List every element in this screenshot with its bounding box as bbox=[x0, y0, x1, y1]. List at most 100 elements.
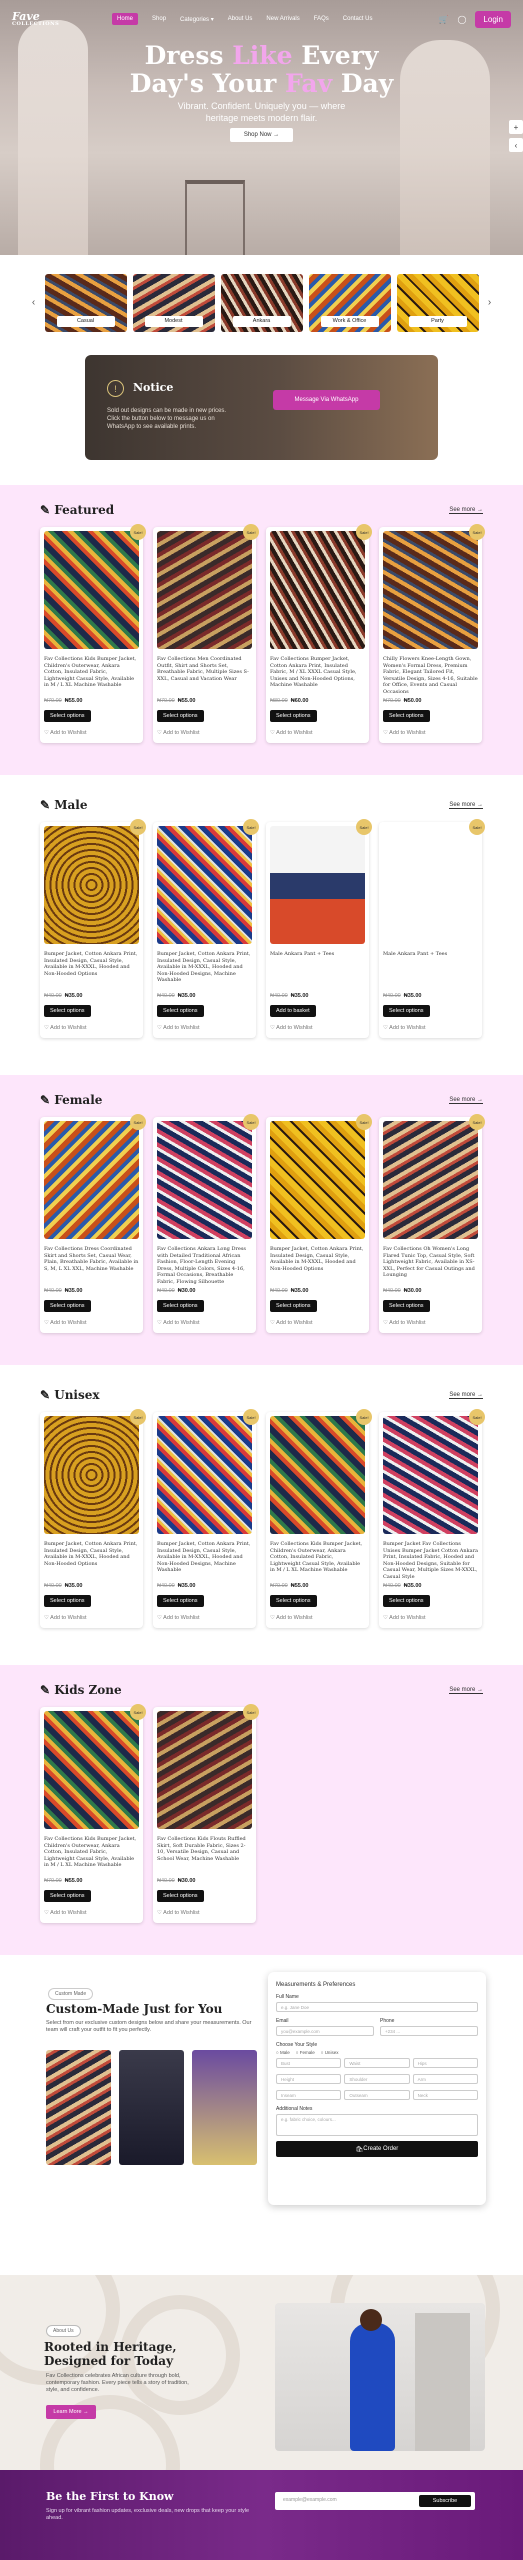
product-image[interactable] bbox=[383, 1121, 478, 1239]
wishlist-link[interactable]: ♡ Add to Wishlist bbox=[383, 1025, 478, 1031]
select-options-button[interactable]: Select options bbox=[383, 1005, 430, 1017]
category-card-modest[interactable]: Modest bbox=[132, 273, 215, 332]
chevron-left-icon[interactable]: ‹ bbox=[509, 138, 523, 152]
newsletter-email-input[interactable]: example@example.com bbox=[283, 2497, 337, 2503]
wishlist-link[interactable]: ♡ Add to Wishlist bbox=[44, 1025, 139, 1031]
product-image[interactable] bbox=[44, 1121, 139, 1239]
product-name[interactable]: Chilly Flowers Knee-Length Gown, Women's… bbox=[383, 656, 478, 696]
select-options-button[interactable]: Select options bbox=[44, 1300, 91, 1312]
product-name[interactable]: Male Ankara Pant + Tees bbox=[383, 951, 478, 991]
product-image[interactable] bbox=[44, 1416, 139, 1534]
product-card[interactable]: Sale! Fav Collections Ankara Long Dress w… bbox=[153, 1114, 259, 1333]
measure-input[interactable]: Bust bbox=[276, 2058, 342, 2068]
select-options-button[interactable]: Select options bbox=[383, 1595, 430, 1607]
measure-input[interactable]: Inseam bbox=[276, 2090, 342, 2100]
custom-design-image[interactable] bbox=[192, 2050, 257, 2165]
select-options-button[interactable]: Select options bbox=[157, 1890, 204, 1902]
product-card[interactable]: Sale! Male Ankara Pant + Tees ₦40.00 ₦35.00… bbox=[266, 819, 372, 1038]
product-name[interactable]: Fav Collections Kids Bumper Jacket, Chil… bbox=[44, 1836, 139, 1876]
product-card[interactable]: Sale! Fav Collections Kids Flouts Ruffled… bbox=[153, 1704, 259, 1923]
logo[interactable]: Fave COLLECTIONS bbox=[12, 11, 67, 27]
wishlist-link[interactable]: ♡ Add to Wishlist bbox=[270, 730, 365, 736]
wishlist-link[interactable]: ♡ Add to Wishlist bbox=[157, 1910, 252, 1916]
select-options-button[interactable]: Select options bbox=[157, 1595, 204, 1607]
category-card-party[interactable]: Party bbox=[396, 273, 479, 332]
product-card[interactable]: Sale! Bumper Jacket, Cotton Ankara Print,… bbox=[266, 1114, 372, 1333]
product-name[interactable]: Fav Collections Oh Women's Long Flared T… bbox=[383, 1246, 478, 1286]
product-name[interactable]: Fav Collections Ankara Long Dress with D… bbox=[157, 1246, 252, 1286]
wishlist-link[interactable]: ♡ Add to Wishlist bbox=[44, 730, 139, 736]
product-name[interactable]: Bumper Jacket, Cotton Ankara Print, Insu… bbox=[44, 1541, 139, 1581]
wishlist-link[interactable]: ♡ Add to Wishlist bbox=[44, 1910, 139, 1916]
select-options-button[interactable]: Select options bbox=[270, 1595, 317, 1607]
product-card[interactable]: Sale! Bumper Jacket, Cotton Ankara Print,… bbox=[40, 819, 146, 1038]
wishlist-link[interactable]: ♡ Add to Wishlist bbox=[157, 1615, 252, 1621]
measure-input[interactable]: Shoulder bbox=[344, 2074, 410, 2084]
nav-shop[interactable]: Shop bbox=[152, 16, 166, 22]
product-card[interactable]: Sale! Chilly Flowers Knee-Length Gown, Wo… bbox=[379, 524, 485, 743]
category-card-work[interactable]: Work & Office bbox=[308, 273, 391, 332]
cart-icon[interactable]: 🛒 bbox=[439, 15, 449, 24]
see-more-link[interactable]: See more → bbox=[449, 1097, 483, 1104]
product-name[interactable]: Bumper Jacket, Cotton Ankara Print, Insu… bbox=[270, 1246, 365, 1286]
product-name[interactable]: Bumper Jacket, Cotton Ankara Print, Insu… bbox=[44, 951, 139, 991]
product-image[interactable] bbox=[157, 1711, 252, 1829]
shop-now-button[interactable]: Shop Now → bbox=[230, 128, 293, 142]
nav-categories[interactable]: Categories ▾ bbox=[180, 16, 214, 23]
product-image[interactable] bbox=[383, 826, 478, 944]
see-more-link[interactable]: See more → bbox=[449, 802, 483, 809]
product-image[interactable] bbox=[270, 1416, 365, 1534]
user-icon[interactable]: ◯ bbox=[457, 15, 466, 24]
notes-textarea[interactable]: e.g. fabric choice, colours... bbox=[276, 2114, 478, 2136]
product-image[interactable] bbox=[383, 1416, 478, 1534]
wishlist-link[interactable]: ♡ Add to Wishlist bbox=[383, 730, 478, 736]
measure-input[interactable]: Arm bbox=[412, 2074, 478, 2084]
product-name[interactable]: Fav Collections Dress Coordinated Skirt … bbox=[44, 1246, 139, 1286]
create-order-button[interactable]: 🛍 Create Order bbox=[276, 2141, 478, 2157]
product-name[interactable]: Bumper Jacket Fav Collections Unisex Bum… bbox=[383, 1541, 478, 1581]
select-options-button[interactable]: Select options bbox=[157, 1300, 204, 1312]
product-name[interactable]: Fav Collections Bumper Jacket, Cotton An… bbox=[270, 656, 365, 696]
product-name[interactable]: Fav Collections Kids Bumper Jacket, Chil… bbox=[44, 656, 139, 696]
product-card[interactable]: Sale! Fav Collections Dress Coordinated S… bbox=[40, 1114, 146, 1333]
select-options-button[interactable]: Select options bbox=[270, 710, 317, 722]
product-card[interactable]: Sale! Bumper Jacket, Cotton Ankara Print,… bbox=[153, 1409, 259, 1628]
wishlist-link[interactable]: ♡ Add to Wishlist bbox=[270, 1615, 365, 1621]
product-image[interactable] bbox=[270, 826, 365, 944]
product-name[interactable]: Fav Collections Kids Bumper Jacket, Chil… bbox=[270, 1541, 365, 1581]
wishlist-link[interactable]: ♡ Add to Wishlist bbox=[44, 1320, 139, 1326]
subscribe-button[interactable]: Subscribe bbox=[419, 2495, 471, 2507]
product-card[interactable]: Sale! Fav Collections Bumper Jacket, Cott… bbox=[266, 524, 372, 743]
plus-icon[interactable]: + bbox=[509, 120, 523, 134]
wishlist-link[interactable]: ♡ Add to Wishlist bbox=[270, 1025, 365, 1031]
product-name[interactable]: Bumper Jacket, Cotton Ankara Print, Insu… bbox=[157, 951, 252, 991]
product-card[interactable]: Sale! Bumper Jacket Fav Collections Unise… bbox=[379, 1409, 485, 1628]
product-image[interactable] bbox=[44, 826, 139, 944]
nav-home[interactable]: Home bbox=[112, 13, 139, 25]
custom-design-image[interactable] bbox=[46, 2050, 111, 2165]
product-image[interactable] bbox=[44, 1711, 139, 1829]
wishlist-link[interactable]: ♡ Add to Wishlist bbox=[157, 730, 252, 736]
select-options-button[interactable]: Select options bbox=[44, 1005, 91, 1017]
add-to-basket-button[interactable]: Add to basket bbox=[270, 1005, 316, 1017]
select-options-button[interactable]: Select options bbox=[270, 1300, 317, 1312]
category-card-casual[interactable]: Casual bbox=[44, 273, 127, 332]
product-image[interactable] bbox=[157, 826, 252, 944]
see-more-link[interactable]: See more → bbox=[449, 507, 483, 514]
measure-input[interactable]: Height bbox=[276, 2074, 342, 2084]
product-image[interactable] bbox=[44, 531, 139, 649]
select-options-button[interactable]: Select options bbox=[157, 1005, 204, 1017]
login-button[interactable]: Login bbox=[475, 10, 511, 28]
product-name[interactable]: Bumper Jacket, Cotton Ankara Print, Insu… bbox=[157, 1541, 252, 1581]
measure-input[interactable]: Outseam bbox=[344, 2090, 410, 2100]
see-more-link[interactable]: See more → bbox=[449, 1392, 483, 1399]
measure-input[interactable]: Hips bbox=[412, 2058, 478, 2068]
measure-input[interactable]: Waist bbox=[344, 2058, 410, 2068]
select-options-button[interactable]: Select options bbox=[44, 710, 91, 722]
wishlist-link[interactable]: ♡ Add to Wishlist bbox=[383, 1320, 478, 1326]
product-image[interactable] bbox=[270, 1121, 365, 1239]
product-image[interactable] bbox=[157, 1416, 252, 1534]
product-card[interactable]: Sale! Male Ankara Pant + Tees ₦40.00 ₦35.00… bbox=[379, 819, 485, 1038]
product-card[interactable]: Sale! Bumper Jacket, Cotton Ankara Print,… bbox=[40, 1409, 146, 1628]
wishlist-link[interactable]: ♡ Add to Wishlist bbox=[383, 1615, 478, 1621]
